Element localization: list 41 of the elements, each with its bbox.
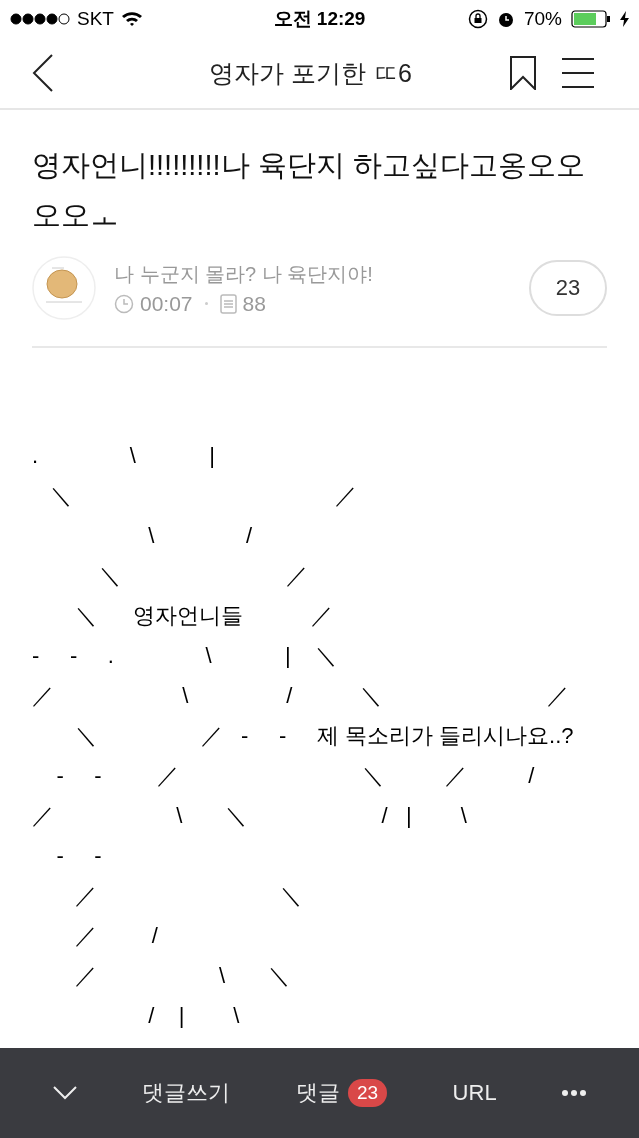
- ascii-art-line: ／ \ / ＼ ／: [32, 682, 570, 710]
- comments-button[interactable]: 댓글 23: [289, 1072, 394, 1114]
- ascii-art-line: ＼ 영자언니들 ／: [73, 602, 334, 630]
- comment-count-bubble[interactable]: 23: [529, 260, 607, 316]
- back-icon: [32, 54, 54, 92]
- status-time: 오전 12:29: [273, 7, 366, 31]
- ascii-art-line: - - ／ ＼ ／ /: [55, 762, 536, 790]
- ascii-art-line: ＼ ／: [98, 562, 310, 590]
- ascii-art-line: - -: [55, 842, 103, 870]
- bottom-bar-button[interactable]: 댓글쓰기: [136, 1072, 237, 1114]
- carrier-name: SKT: [77, 8, 114, 30]
- wifi-icon: [120, 11, 143, 27]
- alarm-icon: [496, 10, 515, 28]
- ascii-art-line: ／ /: [73, 922, 159, 950]
- chevron-down-icon: [52, 1086, 77, 1100]
- more-icon: [562, 1090, 587, 1096]
- bottom-bar-button[interactable]: URL: [446, 1074, 503, 1112]
- signal-icon: [10, 13, 70, 25]
- ascii-art-line: - - . \ | ＼: [32, 642, 339, 670]
- ascii-art-line: ／ \ ＼: [73, 962, 291, 990]
- charging-bolt-icon: [620, 11, 629, 27]
- battery-icon: [571, 10, 611, 28]
- author-name: 나 누군지 몰라? 나 육단지야!: [114, 261, 374, 287]
- menu-icon: [562, 57, 594, 89]
- post-title: 영자언니!!!!!!!!!나 육단지 하고싶다고옹오오오오ㅗ: [32, 148, 586, 233]
- ascii-art-line: ＼ ／ - - 제 목소리가 들리시나요..?: [73, 722, 575, 750]
- view-count: 88: [242, 291, 266, 316]
- ascii-art-line: ／ \ ＼ / | \: [32, 802, 468, 830]
- ascii-art-line: . \ |: [32, 442, 216, 470]
- ascii-art-line: \ /: [147, 522, 254, 550]
- comment-count-badge: 23: [347, 1079, 388, 1107]
- ascii-art-line: ＼ ／: [49, 482, 359, 510]
- ascii-art-line: / | \: [147, 1002, 241, 1030]
- rotation-lock-icon: [467, 9, 488, 29]
- document-icon: [219, 293, 237, 314]
- bookmark-icon: [510, 56, 536, 90]
- clock-icon: [114, 293, 134, 314]
- nav-title: 영자가 포기한 ㄸ6: [208, 57, 413, 89]
- ascii-art-line: ／ ＼: [73, 882, 304, 910]
- battery-percent: 70%: [523, 8, 562, 30]
- post-time: 00:07: [140, 291, 193, 316]
